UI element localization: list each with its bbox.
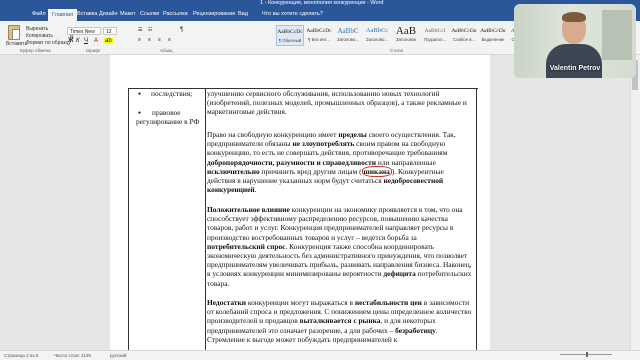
pilcrow-icon[interactable]: ¶ <box>180 27 183 33</box>
text-run: . <box>254 185 257 195</box>
style-preview: AaBbCcI <box>424 28 446 34</box>
bold-run: исключительно <box>207 166 260 176</box>
align-center-icon[interactable]: ≡ <box>148 37 151 43</box>
clipboard-group-label: Буфер обмена <box>20 48 51 53</box>
presenter-name: Valentin Petrov <box>549 65 601 72</box>
font-size-select[interactable]: 12 <box>103 27 117 35</box>
tab-mailings[interactable]: Рассылки <box>163 11 188 17</box>
style-preview: AaBbCcDa <box>451 28 477 34</box>
style-name: Заголово... <box>337 37 359 42</box>
tab-references[interactable]: Ссылки <box>140 11 159 17</box>
bold-run: выталкивается с рынка <box>299 316 381 326</box>
language-indicator[interactable]: русский <box>110 353 126 358</box>
tab-review[interactable]: Рецензирование <box>193 11 235 17</box>
text-run: конкуренции могут выражаться в <box>246 298 355 307</box>
style-heading-1[interactable]: AaBbC Заголово... <box>334 25 362 46</box>
cut-button[interactable]: Вырезать <box>26 26 48 32</box>
tab-layout[interactable]: Макет <box>120 11 136 17</box>
left-item-consequences: последствия; <box>151 89 193 98</box>
vertical-scrollbar[interactable] <box>630 55 640 350</box>
window-title: 1 - Конкуренция, монополия конкуренция -… <box>260 0 384 6</box>
paste-icon[interactable] <box>8 25 20 40</box>
bold-run: пределы <box>338 130 367 139</box>
tell-me-search[interactable]: Что вы хотите сделать? <box>262 11 323 17</box>
bullets-icon[interactable]: ☰ <box>138 27 142 33</box>
style-subtle-emphasis[interactable]: AaBbCcDa Слабое в... <box>450 25 478 46</box>
bold-run: потребительский спрос <box>207 241 286 251</box>
presenter-body <box>546 44 602 78</box>
left-item-legal-regulation: правовое регулирование в РФ <box>136 108 200 126</box>
text-run: или направленные <box>376 157 436 167</box>
format-painter-button[interactable]: Формат по образцу <box>26 40 71 46</box>
paste-button[interactable]: Вставить <box>6 41 27 47</box>
text-run: Право на свободную конкуренцию имеет <box>207 130 339 139</box>
bold-run: безработицу <box>395 325 436 335</box>
tab-home[interactable]: Главная <box>48 9 77 21</box>
style-normal[interactable]: AaBbCcDc ¶ Обычный <box>276 25 304 46</box>
word-count[interactable]: Число слов: 1139 <box>54 353 91 358</box>
text-run: причинить вред другим лицам ( <box>259 166 362 176</box>
style-name: Слабое в... <box>452 37 476 42</box>
highlight-icon[interactable]: ab <box>104 38 113 44</box>
paragraph-limits: Право на свободную конкуренцию имеет пре… <box>207 130 473 194</box>
paragraph-intro: улучшению сервисного обслуживания, испол… <box>207 89 467 117</box>
style-preview: AaBbC <box>337 27 359 35</box>
bold-run: не злоупотреблять <box>292 139 355 149</box>
paragraph-drawbacks: Недостатки конкуренции могут выражаться … <box>207 298 473 344</box>
bold-button[interactable]: Ж <box>68 38 73 44</box>
tab-insert[interactable]: Вставка <box>77 11 97 17</box>
style-name: Подзагол... <box>423 37 447 42</box>
style-no-spacing[interactable]: AaBbCcDc ¶ Без инт... <box>305 25 333 46</box>
bold-run: добропорядочности, разумности и справедл… <box>207 157 377 167</box>
bold-run: нестабильности цен <box>354 298 422 307</box>
styles-group-label: Стили <box>390 48 403 53</box>
style-subtitle[interactable]: AaBbCcI Подзагол... <box>421 25 449 46</box>
page-count[interactable]: Страница 2 из 5 <box>4 353 38 358</box>
table-column-divider <box>205 88 206 350</box>
status-bar: Страница 2 из 5 Число слов: 1139 русский <box>0 350 640 360</box>
font-color-icon[interactable]: A <box>94 38 98 44</box>
italic-button[interactable]: К <box>76 38 80 44</box>
tab-design[interactable]: Дизайн <box>99 11 118 17</box>
style-preview: AaB <box>395 25 417 37</box>
underline-button[interactable]: Ч <box>84 38 88 44</box>
font-group-label: Шрифт <box>86 48 101 53</box>
copy-button[interactable]: Копировать <box>26 33 53 39</box>
style-preview: AaBbCcDc <box>277 29 303 35</box>
paragraph-positive: Положительное влияние конкуренции на эко… <box>207 205 473 288</box>
style-preview: AaBbCc <box>365 27 389 34</box>
font-name-select[interactable]: Times New R <box>67 27 101 41</box>
bold-run: Положительное влияние <box>207 205 290 214</box>
bold-run: Недостатки <box>207 298 247 307</box>
paragraph-group-label: Абзац <box>160 48 173 53</box>
align-right-icon[interactable]: ≡ <box>158 37 161 43</box>
tab-file[interactable]: Файл <box>32 11 46 17</box>
tab-view[interactable]: Вид <box>238 11 248 17</box>
bullet-icon: ● <box>138 91 142 97</box>
style-preview: AaBbCcDa <box>480 28 506 34</box>
style-name: ¶ Без инт... <box>308 37 330 42</box>
video-shelf <box>602 10 632 60</box>
numbering-icon[interactable]: ☷ <box>148 27 152 33</box>
style-preview: AaBbCcDc <box>306 28 332 34</box>
style-emphasis[interactable]: AaBbCcDa Выделение <box>479 25 507 46</box>
style-name: Выделение <box>481 37 505 42</box>
style-name: Заголово... <box>366 37 388 42</box>
style-heading-2[interactable]: AaBbCc Заголово... <box>363 25 391 46</box>
style-title[interactable]: AaB Заголовок <box>392 25 420 46</box>
style-name: Заголовок <box>395 37 417 42</box>
justify-icon[interactable]: ≡ <box>168 37 171 43</box>
zoom-slider-knob[interactable] <box>586 352 588 357</box>
webcam-overlay: Valentin Petrov <box>514 4 636 78</box>
bold-run: дефицита <box>383 269 416 279</box>
style-name: ¶ Обычный <box>278 38 302 43</box>
align-left-icon[interactable]: ≡ <box>138 37 141 43</box>
presenter-hair <box>562 12 586 22</box>
